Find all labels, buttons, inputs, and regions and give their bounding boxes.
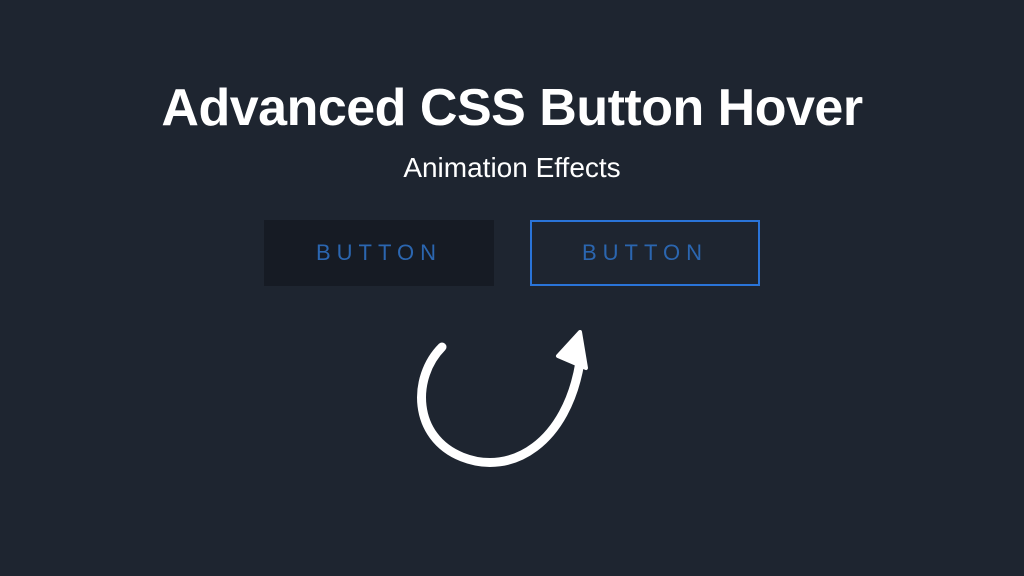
demo-button-hover[interactable]: BUTTON <box>530 220 760 286</box>
button-row: BUTTON BUTTON <box>0 220 1024 286</box>
page-subtitle: Animation Effects <box>0 152 1024 184</box>
curved-arrow-icon <box>382 302 642 482</box>
main-content: Advanced CSS Button Hover Animation Effe… <box>0 78 1024 482</box>
button-label: BUTTON <box>582 240 708 266</box>
page-title: Advanced CSS Button Hover <box>0 78 1024 138</box>
demo-button-default[interactable]: BUTTON <box>264 220 494 286</box>
button-label: BUTTON <box>316 240 442 266</box>
arrow-container <box>0 302 1024 482</box>
